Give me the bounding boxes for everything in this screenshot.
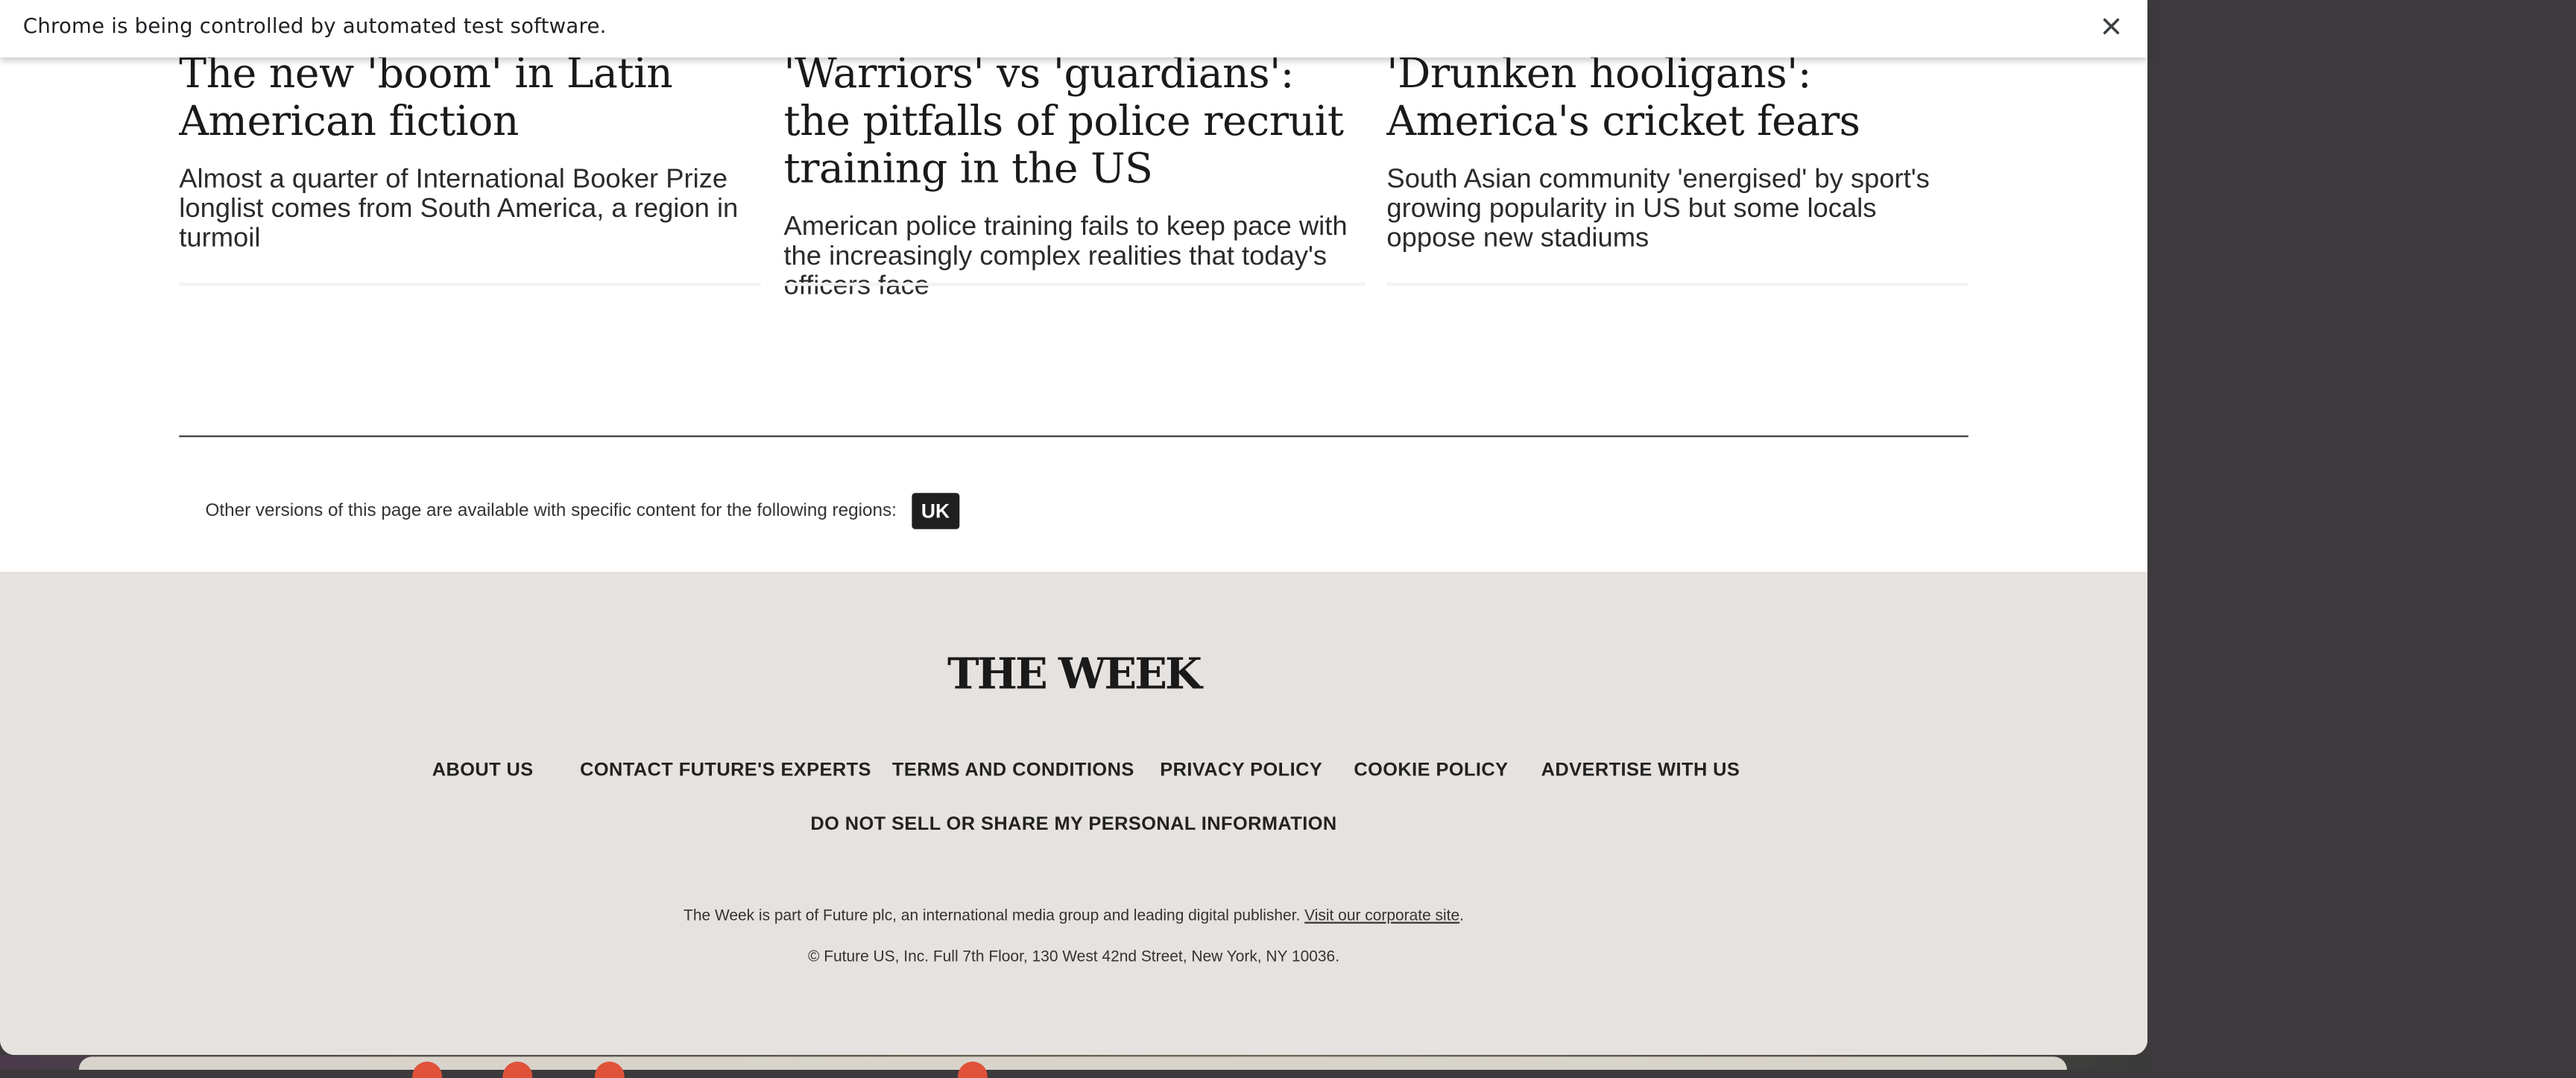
footer-link-contact-experts[interactable]: CONTACT FUTURE'S EXPERTS	[580, 761, 871, 781]
footer-link-do-not-sell[interactable]: DO NOT SELL OR SHARE MY PERSONAL INFORMA…	[810, 815, 1336, 834]
footer-link-about-us[interactable]: ABOUT US	[432, 761, 534, 781]
close-icon[interactable]	[2097, 11, 2127, 41]
footer-link-terms[interactable]: TERMS AND CONDITIONS	[892, 761, 1134, 781]
article-card[interactable]: 'Warriors' vs 'guardians': the pitfalls …	[783, 49, 1365, 300]
region-selector: Other versions of this page are availabl…	[206, 493, 960, 529]
browser-viewport: The new 'boom' in Latin American fiction…	[0, 0, 2148, 1078]
article-standfirst: South Asian community 'energised' by spo…	[1386, 164, 1930, 253]
article-standfirst: Almost a quarter of International Booker…	[179, 164, 739, 253]
article-card[interactable]: 'Drunken hooligans': America's cricket f…	[1386, 49, 1968, 253]
footer-link-privacy[interactable]: PRIVACY POLICY	[1160, 761, 1322, 781]
footer-legal-end: .	[1459, 907, 1464, 926]
infobar-message: Chrome is being controlled by automated …	[22, 13, 607, 38]
footer-legal-text: The Week is part of Future plc, an inter…	[684, 907, 1301, 926]
footer-legal: The Week is part of Future plc, an inter…	[0, 907, 2147, 925]
site-footer: THE WEEK ABOUT US CONTACT FUTURE'S EXPER…	[0, 572, 2148, 1056]
footer-dnsmpi: DO NOT SELL OR SHARE MY PERSONAL INFORMA…	[0, 815, 2147, 834]
card-divider	[179, 283, 761, 286]
card-divider	[1386, 283, 1969, 286]
article-title[interactable]: 'Drunken hooligans': America's cricket f…	[1386, 49, 1968, 145]
automation-infobar: Chrome is being controlled by automated …	[0, 0, 2148, 58]
article-standfirst: American police training fails to keep p…	[783, 212, 1348, 300]
region-text: Other versions of this page are availabl…	[205, 501, 897, 521]
region-uk-button[interactable]: UK	[911, 493, 960, 529]
card-divider	[783, 283, 1366, 286]
the-week-logo[interactable]: THE WEEK	[0, 651, 2147, 700]
footer-copyright: © Future US, Inc. Full 7th Floor, 130 We…	[807, 948, 1340, 967]
article-card[interactable]: The new 'boom' in Latin American fiction…	[179, 49, 760, 253]
footer-link-cookie[interactable]: COOKIE POLICY	[1354, 761, 1508, 781]
taskbar	[78, 1056, 2068, 1070]
article-title[interactable]: The new 'boom' in Latin American fiction	[179, 49, 760, 145]
section-divider	[179, 435, 1969, 438]
footer-link-advertise[interactable]: ADVERTISE WITH US	[1541, 761, 1740, 781]
footer-corporate-link[interactable]: Visit our corporate site	[1304, 907, 1459, 925]
article-title[interactable]: 'Warriors' vs 'guardians': the pitfalls …	[783, 49, 1365, 192]
web-page: The new 'boom' in Latin American fiction…	[0, 0, 2148, 1056]
